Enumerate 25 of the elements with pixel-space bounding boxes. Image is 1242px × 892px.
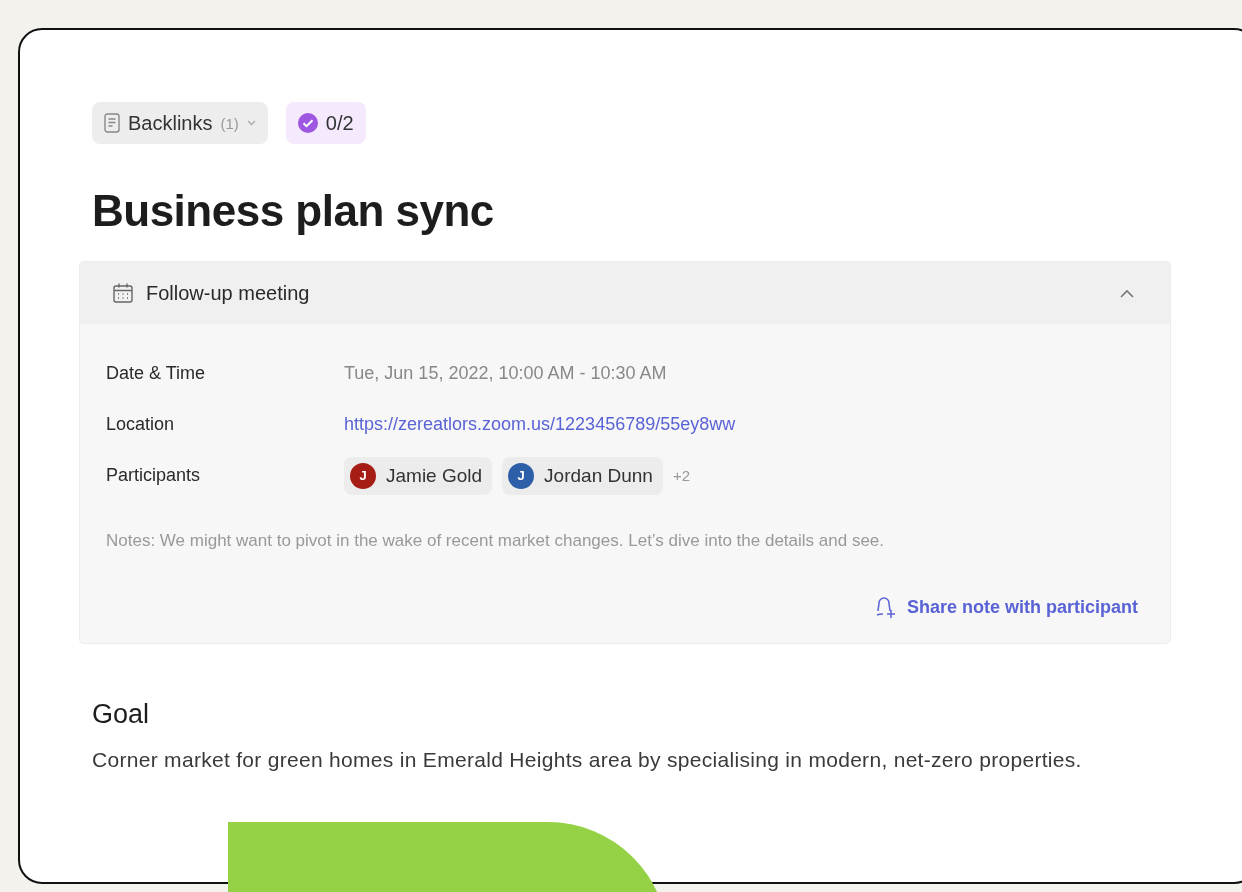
participant-avatar: J (350, 462, 376, 489)
participant-chip[interactable]: J Jordan Dunn (502, 456, 663, 495)
date-time-value: Tue, Jun 15, 2022, 10:00 AM - 10:30 AM (344, 363, 668, 384)
meeting-notes: Notes: We might want to pivot in the wake of recent market changes. Let’s dive into the details and see. (106, 531, 886, 551)
field-label: Location (106, 414, 176, 435)
participant-avatar: J (508, 462, 535, 489)
check-circle-icon (297, 113, 318, 133)
participant-chip[interactable]: J Jamie Gold (344, 456, 493, 495)
document-icon (104, 113, 120, 133)
chevron-icon (1120, 288, 1134, 298)
participant-name: Jordan Dunn (544, 464, 653, 487)
meeting-title: Follow-up meeting (146, 281, 311, 305)
goal-heading: Goal (92, 699, 151, 730)
backlinks-button[interactable]: Backlinks (1) (92, 102, 268, 144)
caret-icon (246, 120, 256, 126)
more-participants-count: +2 (672, 467, 690, 484)
field-label: Date & Time (106, 363, 207, 384)
participant-name: Jamie Gold (386, 464, 483, 487)
share-note-button[interactable]: Share note with participant (866, 591, 1144, 623)
page-title: Business plan sync (92, 186, 495, 236)
meeting-link[interactable]: https://zereatlors.zoom.us/1223456789/55ey8ww (344, 414, 736, 434)
field-label: Participants (106, 465, 202, 486)
tasks-progress-button[interactable]: 0/2 (285, 102, 366, 144)
goal-text: Corner market for green homes in Emerald Heights area by specialising in modern, net-zero properties. (92, 747, 1083, 773)
calendar-icon (112, 282, 134, 304)
